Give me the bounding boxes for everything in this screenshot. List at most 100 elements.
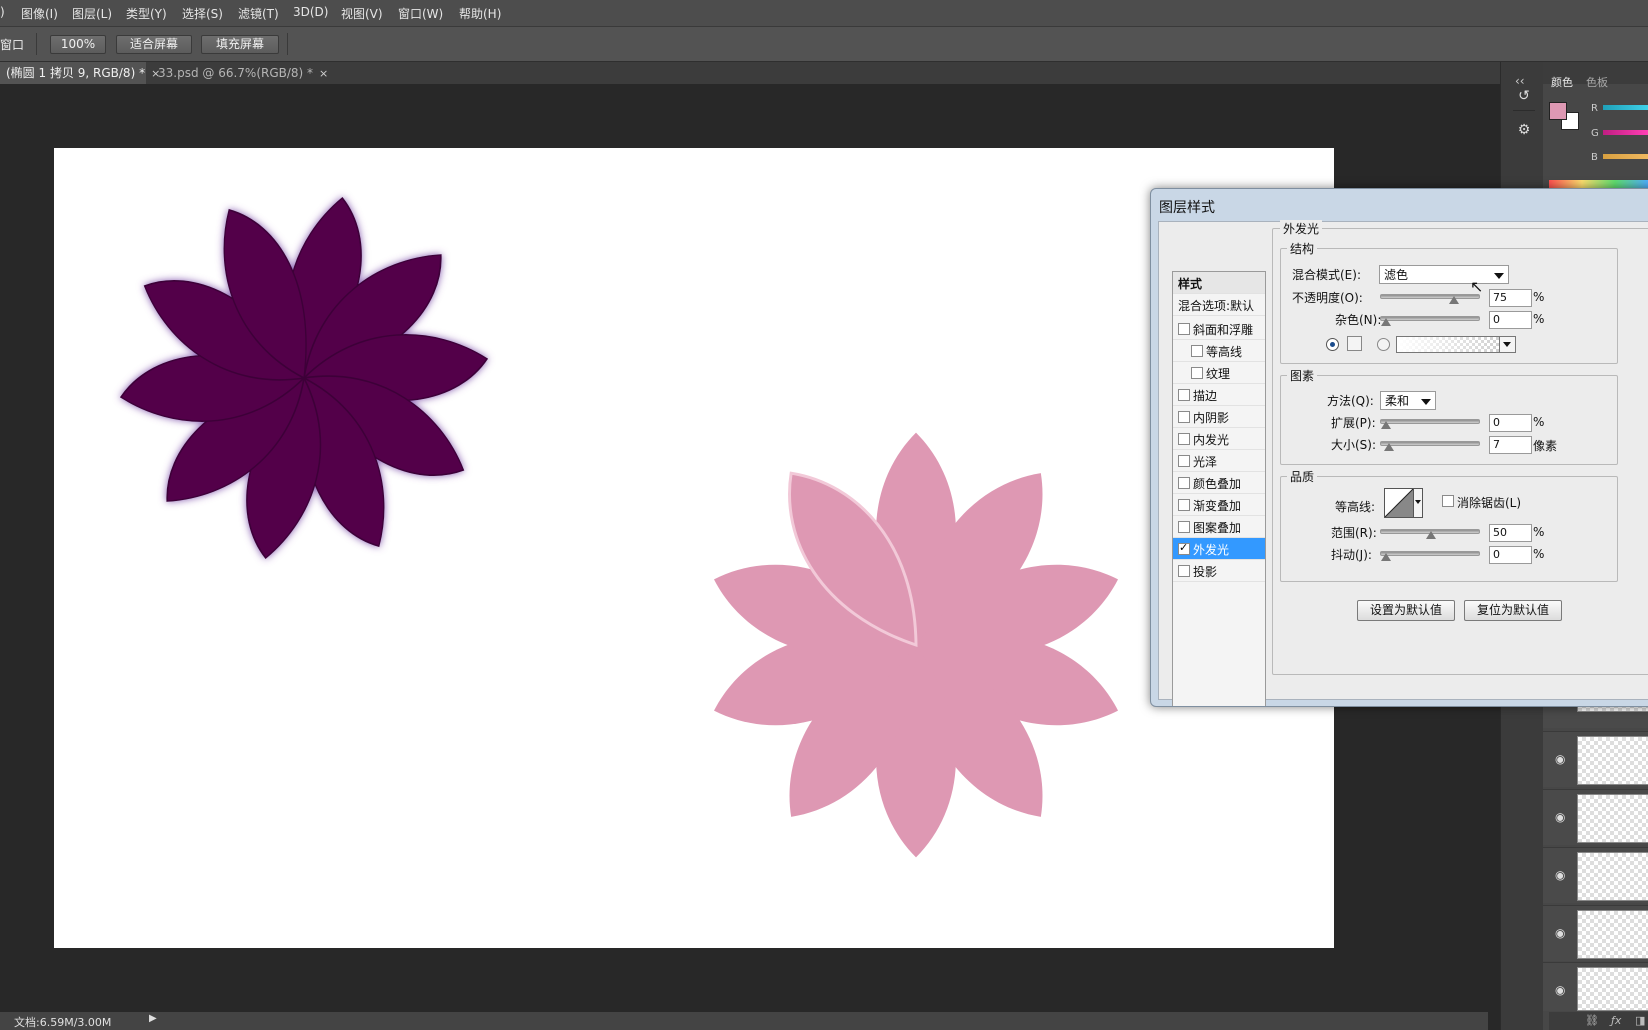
style-item-color-overlay[interactable]: 颜色叠加 [1173,472,1265,494]
spread-input[interactable]: 0 [1489,414,1532,432]
size-slider[interactable] [1380,441,1480,451]
noise-slider[interactable] [1380,316,1480,326]
checkbox[interactable] [1178,389,1190,401]
gradient-dropdown[interactable] [1499,336,1516,353]
properties-icon[interactable]: ⚙ [1513,122,1535,144]
menu-layer[interactable]: 图层(L) [72,5,112,22]
radio-solid-color[interactable] [1326,338,1339,351]
tab-swatches[interactable]: 色板 [1586,74,1608,90]
menu-window[interactable]: 窗口(W) [398,5,443,22]
history-icon[interactable]: ↺ [1513,88,1535,111]
channel-r-slider[interactable] [1603,105,1648,110]
fx-icon[interactable]: ƒx [1611,1014,1621,1027]
eye-icon[interactable]: ◉ [1555,983,1565,997]
channel-b-label: B [1591,152,1598,163]
checkbox[interactable] [1178,521,1190,533]
slider-thumb[interactable] [1383,443,1394,451]
style-item-inner-shadow[interactable]: 内阴影 [1173,406,1265,428]
layer-row[interactable]: ◉ [1543,789,1648,845]
slider-thumb[interactable] [1381,553,1391,561]
style-item-contour[interactable]: 等高线 [1173,340,1265,362]
checkbox[interactable] [1178,433,1190,445]
gradient-picker[interactable] [1396,336,1511,353]
style-item-bevel[interactable]: 斜面和浮雕 [1173,318,1265,340]
menu-select[interactable]: 选择(S) [182,5,223,22]
style-item-inner-glow[interactable]: 内发光 [1173,428,1265,450]
jitter-slider[interactable] [1380,551,1480,561]
mask-icon[interactable]: ◨ [1635,1014,1645,1027]
checkbox[interactable] [1178,477,1190,489]
slider-thumb[interactable] [1426,531,1436,539]
layer-row[interactable]: ◉ [1543,905,1648,961]
zoom-100-button[interactable]: 100% [50,35,106,54]
layer-row[interactable]: ◉ [1543,847,1648,903]
channel-g-label: G [1591,128,1599,139]
jitter-input[interactable]: 0 [1489,546,1532,564]
eye-icon[interactable]: ◉ [1555,926,1565,940]
radio-gradient[interactable] [1377,338,1390,351]
layer-row[interactable]: ◉ [1543,731,1648,787]
tab-ellipse-copy[interactable]: (椭圆 1 拷贝 9, RGB/8) * × [0,62,160,84]
blend-options-item[interactable]: 混合选项:默认 [1173,294,1265,316]
fit-screen-button[interactable]: 适合屏幕 [116,35,192,54]
menu-bar: ) 图像(I) 图层(L) 类型(Y) 选择(S) 滤镜(T) 3D(D) 视图… [0,0,1648,27]
opacity-slider[interactable] [1380,294,1480,304]
checkbox[interactable] [1178,411,1190,423]
checkbox[interactable] [1178,541,1190,555]
tab-33-psd[interactable]: 33.psd @ 66.7%(RGB/8) * × [152,62,328,84]
contour-preview[interactable] [1384,488,1414,518]
menu-type[interactable]: 类型(Y) [126,5,167,22]
range-input[interactable]: 50 [1489,524,1532,542]
slider-thumb[interactable] [1448,296,1459,304]
menu-image[interactable]: 图像(I) [21,5,58,22]
document-canvas[interactable] [54,148,1334,948]
checkbox[interactable] [1191,367,1203,379]
glow-color-swatch[interactable] [1347,336,1362,351]
set-default-button[interactable]: 设置为默认值 [1357,600,1455,621]
style-item-pattern-overlay[interactable]: 图案叠加 [1173,516,1265,538]
divider [36,33,37,55]
spread-slider[interactable] [1380,419,1480,429]
status-arrow-icon[interactable]: ▶ [149,1013,157,1024]
style-item-texture[interactable]: 纹理 [1173,362,1265,384]
noise-input[interactable]: 0 [1489,311,1532,329]
checkbox[interactable] [1191,345,1203,357]
tab-color[interactable]: 颜色 [1551,74,1573,90]
checkbox[interactable] [1178,499,1190,511]
reset-default-button[interactable]: 复位为默认值 [1464,600,1562,621]
contour-dropdown[interactable] [1413,488,1423,518]
opacity-input[interactable]: 75 [1489,289,1532,307]
size-input[interactable]: 7 [1489,436,1532,454]
menu-help[interactable]: 帮助(H) [459,5,501,22]
eye-icon[interactable]: ◉ [1555,810,1565,824]
checkbox[interactable] [1178,323,1190,335]
checkbox[interactable] [1178,565,1190,577]
channel-b-slider[interactable] [1603,154,1648,159]
checkbox[interactable] [1178,455,1190,467]
color-panel-tabs: 颜色 色板 [1543,62,1648,89]
menu-view[interactable]: 视图(V) [341,5,383,22]
channel-g-slider[interactable] [1603,130,1648,135]
style-item-satin[interactable]: 光泽 [1173,450,1265,472]
style-item-gradient-overlay[interactable]: 渐变叠加 [1173,494,1265,516]
fill-screen-button[interactable]: 填充屏幕 [201,35,279,54]
menu-3d[interactable]: 3D(D) [293,5,328,19]
collapse-icon[interactable]: ‹‹ [1515,74,1525,88]
eye-icon[interactable]: ◉ [1555,868,1565,882]
style-item-drop-shadow[interactable]: 投影 [1173,560,1265,582]
foreground-swatch[interactable] [1549,102,1567,120]
eye-icon[interactable]: ◉ [1555,752,1565,766]
slider-thumb[interactable] [1381,318,1391,326]
link-icon[interactable]: ⛓ [1585,1014,1599,1027]
style-item-outer-glow[interactable]: 外发光 [1173,538,1265,560]
range-slider[interactable] [1380,529,1480,539]
slider-thumb[interactable] [1381,421,1391,429]
method-dropdown[interactable]: 柔和 [1380,391,1436,410]
layer-row[interactable]: ◉ [1543,962,1648,1011]
menu-filter[interactable]: 滤镜(T) [238,5,279,22]
blend-mode-dropdown[interactable]: 滤色 [1379,265,1509,284]
antialias-checkbox[interactable] [1442,495,1454,507]
close-icon[interactable]: × [319,67,328,80]
style-item-stroke[interactable]: 描边 [1173,384,1265,406]
styles-header[interactable]: 样式 [1173,272,1265,294]
